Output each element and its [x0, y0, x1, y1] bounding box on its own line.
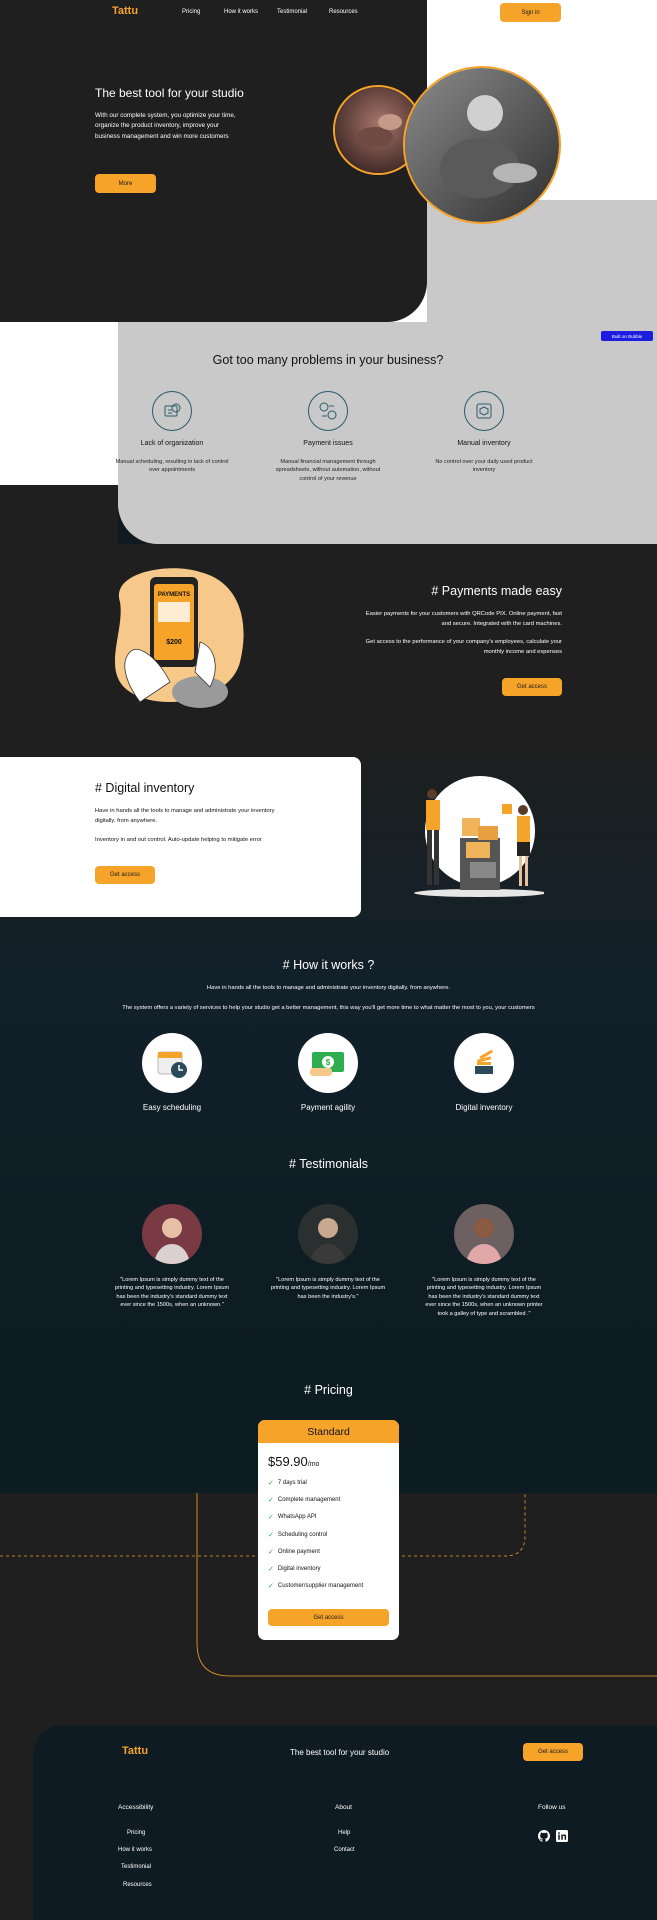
feature-item: ✓ WhatsApp API	[268, 1514, 317, 1522]
how-label-scheduling: Easy scheduling	[142, 1103, 202, 1112]
signin-button[interactable]: Sign in	[500, 3, 561, 22]
avatar-1	[142, 1204, 202, 1264]
plan-price: $59.90/mo	[268, 1454, 320, 1469]
inventory-illustration	[410, 776, 546, 898]
inventory-get-access-button[interactable]: Get access	[95, 866, 155, 884]
testimonial-quote-1: "Lorem Ipsum is simply dummy text of the…	[114, 1277, 230, 1309]
footer-col-accessibility: Accessibility	[118, 1804, 154, 1811]
testimonial-quote-3: "Lorem Ipsum is simply dummy text of the…	[425, 1277, 543, 1317]
feature-item: ✓ Complete management	[268, 1497, 341, 1505]
nav-link-pricing[interactable]: Pricing	[182, 9, 200, 15]
payments-title: # Payments made easy	[431, 584, 562, 598]
footer-link-pricing[interactable]: Pricing	[127, 1830, 145, 1836]
nav-link-resources[interactable]: Resources	[329, 9, 358, 15]
how-title: # How it works ?	[282, 958, 375, 972]
how-line-2: The system offers a variety of services …	[122, 1005, 535, 1011]
check-icon: ✓	[268, 1583, 274, 1591]
money-icon: $	[298, 1033, 358, 1093]
pricing-get-access-button[interactable]: Get access	[268, 1609, 389, 1626]
feature-item: ✓ Customer/supplier management	[268, 1583, 364, 1591]
inventory-stack-icon	[454, 1033, 514, 1093]
feature-item: ✓ Digital inventory	[268, 1565, 321, 1573]
problems-title: Got too many problems in your business?	[212, 353, 444, 367]
feature-list: ✓ 7 days trial ✓ Complete management ✓ What…	[268, 1479, 363, 1590]
problem-title-organization: Lack of organization	[140, 440, 204, 447]
phone-title: PAYMENTS	[158, 592, 190, 598]
inventory-title: # Digital inventory	[95, 781, 195, 795]
feature-item: ✓ Online payment	[268, 1548, 320, 1556]
avatar-3	[454, 1204, 514, 1264]
feature-item: ✓ 7 days trial	[268, 1480, 307, 1487]
footer-link-help[interactable]: Help	[338, 1830, 350, 1836]
dark-band	[0, 485, 118, 545]
footer-get-access-button[interactable]: Get access	[523, 1743, 583, 1761]
hero-title: The best tool for your studio	[95, 86, 244, 100]
footer-link-contact[interactable]: Contact	[334, 1847, 355, 1853]
hero-image-large	[403, 66, 561, 224]
problem-text-organization: Manual scheduling, resulting in lack of …	[115, 459, 229, 474]
problem-text-inventory: No control over your daily used product i…	[435, 459, 533, 474]
problem-title-payment: Payment issues	[303, 440, 353, 447]
payments-get-access-button[interactable]: Get access	[502, 678, 562, 696]
calendar-icon	[142, 1033, 202, 1093]
built-on-bubble-badge[interactable]: Built on Bubble	[601, 331, 653, 341]
hero-text: With our complete system, you optimize y…	[95, 112, 236, 140]
testimonial-quote-2: "Lorem Ipsum is simply dummy text of the…	[270, 1277, 386, 1300]
organization-icon	[152, 391, 192, 431]
payment-issues-icon	[308, 391, 348, 431]
pricing-title: # Pricing	[304, 1383, 353, 1397]
payments-illustration: PAYMENTS $200	[100, 562, 250, 710]
payments-text-2: Get access to the performance of your co…	[365, 639, 562, 655]
check-icon: ✓	[268, 1497, 274, 1505]
check-icon: ✓	[268, 1531, 274, 1539]
nav-logo[interactable]: Tattu	[112, 5, 138, 17]
inventory-text-1: Have in hands all the tools to manage an…	[95, 808, 275, 824]
check-icon: ✓	[268, 1480, 274, 1487]
footer-link-testimonial[interactable]: Testimonial	[121, 1864, 151, 1870]
footer-col-follow: Follow us	[538, 1804, 566, 1811]
inventory-text-2: Inventory in and out control. Auto-updat…	[95, 837, 262, 843]
how-label-payment: Payment agility	[300, 1103, 356, 1112]
nav-link-testimonial[interactable]: Testimonial	[277, 9, 307, 15]
footer-logo[interactable]: Tattu	[122, 1745, 148, 1757]
testimonials-title: # Testimonials	[289, 1157, 368, 1171]
problem-text-payment: Manual financial management through sprea…	[275, 459, 381, 482]
footer-tagline: The best tool for your studio	[290, 1748, 390, 1757]
check-icon: ✓	[268, 1548, 274, 1556]
pricing-card: Standard $59.90/mo ✓ 7 days trial ✓ Comple…	[258, 1420, 399, 1640]
more-button[interactable]: More	[95, 174, 156, 193]
check-icon: ✓	[268, 1565, 274, 1573]
how-label-inventory: Digital inventory	[455, 1103, 513, 1112]
phone-amount: $200	[166, 639, 182, 646]
feature-item: ✓ Scheduling control	[268, 1531, 328, 1539]
footer-link-how-it-works[interactable]: How it works	[118, 1847, 152, 1853]
avatar-2	[298, 1204, 358, 1264]
nav-link-how-it-works[interactable]: How it works	[224, 9, 258, 15]
footer-link-resources[interactable]: Resources	[123, 1882, 152, 1888]
github-icon[interactable]	[538, 1829, 550, 1847]
plan-name: Standard	[258, 1420, 399, 1443]
check-icon: ✓	[268, 1514, 274, 1522]
footer-col-about: About	[335, 1804, 352, 1811]
how-line-1: Have in hands all the tools to manage an…	[206, 985, 451, 991]
svg-text:$: $	[326, 1058, 331, 1067]
problem-title-inventory: Manual inventory	[457, 440, 511, 447]
inventory-box-icon	[464, 391, 504, 431]
linkedin-icon[interactable]	[556, 1829, 568, 1847]
payments-text-1: Easier payments for your customers with …	[365, 611, 562, 627]
